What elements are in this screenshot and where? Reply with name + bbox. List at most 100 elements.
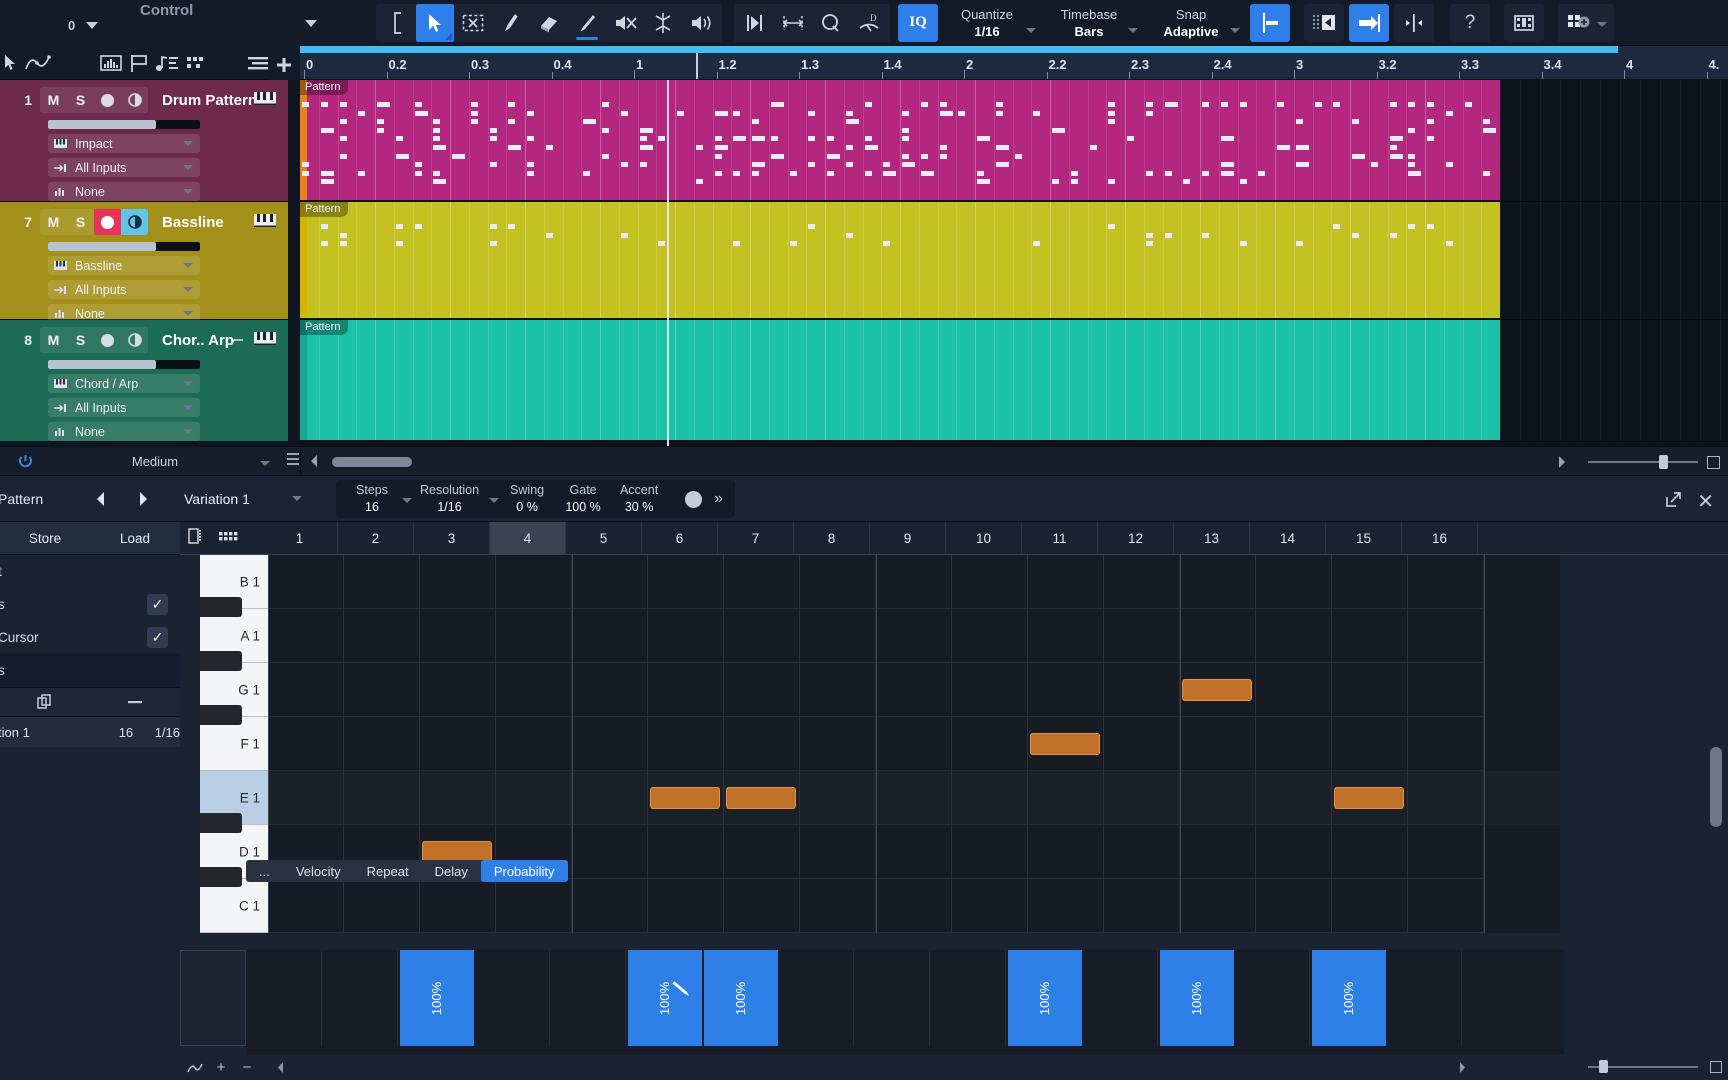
grid-cell[interactable]	[572, 771, 648, 825]
minus-icon[interactable]: −	[234, 1056, 260, 1080]
grid-cell[interactable]	[268, 609, 344, 663]
grid-cell[interactable]	[344, 609, 420, 663]
instrument-selector-chevron-icon[interactable]	[183, 381, 193, 386]
performance-chevron-icon[interactable]	[260, 461, 270, 466]
grid-cell[interactable]	[268, 717, 344, 771]
grid-cell[interactable]	[268, 771, 344, 825]
grid-cell[interactable]	[800, 609, 876, 663]
track-volume-slider[interactable]	[48, 242, 200, 251]
probability-block[interactable]: 100%	[704, 950, 778, 1046]
instrument-selector-chevron-icon[interactable]	[183, 141, 193, 146]
pattern-param-accent[interactable]: Accent 30 %	[611, 482, 667, 516]
grid-cell[interactable]	[1104, 879, 1180, 933]
mute-tool-icon[interactable]	[606, 4, 644, 42]
grid-cell[interactable]	[1256, 879, 1332, 933]
piano-key-black[interactable]	[200, 651, 242, 671]
probability-block[interactable]: 100%	[628, 950, 702, 1046]
grid-cell[interactable]	[268, 555, 344, 609]
probability-block[interactable]: 100%	[1160, 950, 1234, 1046]
list-icon[interactable]	[286, 451, 300, 472]
input-selector-chevron-icon[interactable]	[183, 405, 193, 410]
automation-cell[interactable]	[778, 950, 854, 1046]
grid-cell[interactable]	[648, 717, 724, 771]
pattern-list-item[interactable]: tion 1 16 1/16	[0, 717, 180, 747]
mixer-chevron-icon[interactable]	[1596, 22, 1607, 27]
pattern-note[interactable]	[1030, 733, 1100, 755]
scroll-right-icon[interactable]	[1556, 455, 1568, 474]
zoom-slider-track[interactable]	[1588, 461, 1698, 463]
monitor-button[interactable]	[121, 327, 148, 353]
grid-cell[interactable]	[724, 825, 800, 879]
solo-button[interactable]: S	[67, 209, 94, 235]
grid-cell[interactable]	[1180, 771, 1256, 825]
grid-cell[interactable]	[952, 879, 1028, 933]
grid-cell[interactable]	[496, 717, 572, 771]
variation-selector[interactable]: Variation 1	[184, 485, 306, 513]
grid-cell[interactable]	[1028, 555, 1104, 609]
ruler-add-icon[interactable]	[268, 50, 300, 80]
grid-cell[interactable]	[1332, 663, 1408, 717]
grid-cell[interactable]	[1408, 609, 1484, 663]
zoom-slider-thumb[interactable]	[1659, 455, 1668, 469]
probability-block[interactable]: 100%	[1312, 950, 1386, 1046]
grid-cell[interactable]	[1180, 879, 1256, 933]
grid-cell[interactable]	[1332, 825, 1408, 879]
arrange-lane[interactable]: Pattern	[300, 202, 1728, 320]
clip-left-edge[interactable]	[300, 320, 307, 440]
input-selector[interactable]: All Inputs	[48, 158, 200, 177]
list-view-icon[interactable]	[188, 527, 202, 549]
grid-cell[interactable]	[724, 717, 800, 771]
lane-tab-delay[interactable]: Delay	[422, 860, 481, 882]
grid-cell[interactable]	[1180, 609, 1256, 663]
automation-curve-icon[interactable]	[24, 48, 52, 78]
pattern-param-steps[interactable]: Steps 16	[344, 482, 400, 516]
grid-cell[interactable]	[1028, 879, 1104, 933]
grid-cell[interactable]	[724, 555, 800, 609]
grid-cell[interactable]	[572, 609, 648, 663]
paint-tool-icon[interactable]	[568, 4, 606, 42]
pattern-clip[interactable]: Pattern	[300, 80, 1500, 200]
grid-cell[interactable]	[952, 771, 1028, 825]
input-selector[interactable]: All Inputs	[48, 280, 200, 299]
accent-knob-icon[interactable]	[685, 490, 703, 508]
clip-left-edge[interactable]	[300, 202, 307, 318]
pattern-grid-icon[interactable]	[181, 48, 209, 78]
eraser-tool-icon[interactable]	[530, 4, 568, 42]
solo-button[interactable]: S	[67, 87, 94, 113]
grid-cell[interactable]	[1408, 771, 1484, 825]
grid-cell[interactable]	[1256, 663, 1332, 717]
grid-cell[interactable]	[1104, 771, 1180, 825]
grid-cell[interactable]	[420, 879, 496, 933]
scroll-left-icon[interactable]	[308, 454, 320, 473]
arrow-right-bar-icon[interactable]	[1349, 3, 1389, 42]
input-selector[interactable]: All Inputs	[48, 398, 200, 417]
plus-icon[interactable]: +	[208, 1056, 234, 1080]
automation-cell[interactable]	[854, 950, 930, 1046]
grid-cell[interactable]	[800, 879, 876, 933]
instrument-selector[interactable]: Impact	[48, 134, 200, 153]
grid-cell[interactable]	[1332, 717, 1408, 771]
automation-cell[interactable]	[550, 950, 626, 1046]
snap-value[interactable]: Adaptive	[1164, 23, 1219, 40]
step-number[interactable]: 11	[1022, 522, 1098, 554]
grid-cell[interactable]	[648, 663, 724, 717]
step-number[interactable]: 10	[946, 522, 1022, 554]
help-icon[interactable]: ?	[1450, 3, 1490, 42]
grid-cell[interactable]	[952, 609, 1028, 663]
grid-cell[interactable]	[1332, 609, 1408, 663]
curve-icon[interactable]	[182, 1056, 208, 1080]
probability-block[interactable]: 100%	[1008, 950, 1082, 1046]
lane-tab-velocity[interactable]: Velocity	[283, 860, 354, 882]
grid-cell[interactable]	[1180, 555, 1256, 609]
grid-cell[interactable]	[876, 825, 952, 879]
arrange-playhead[interactable]	[667, 80, 669, 446]
timeline-ruler[interactable]: 0 0.2 0.3 0.4 1 1.2 1.3 1.4 2 2.2 2.3 2.4 3 3.2 3.3 3.4…	[300, 46, 1728, 80]
record-arm-button[interactable]	[94, 327, 121, 353]
snap-chevron-icon[interactable]	[1230, 28, 1240, 33]
grid-scrollbar-thumb[interactable]	[1710, 747, 1722, 827]
grid-cell[interactable]	[268, 663, 344, 717]
mute-button[interactable]: M	[40, 209, 67, 235]
automation-cell[interactable]	[930, 950, 1006, 1046]
step-number[interactable]: 4	[490, 522, 566, 554]
prev-variation-icon[interactable]	[84, 482, 118, 516]
